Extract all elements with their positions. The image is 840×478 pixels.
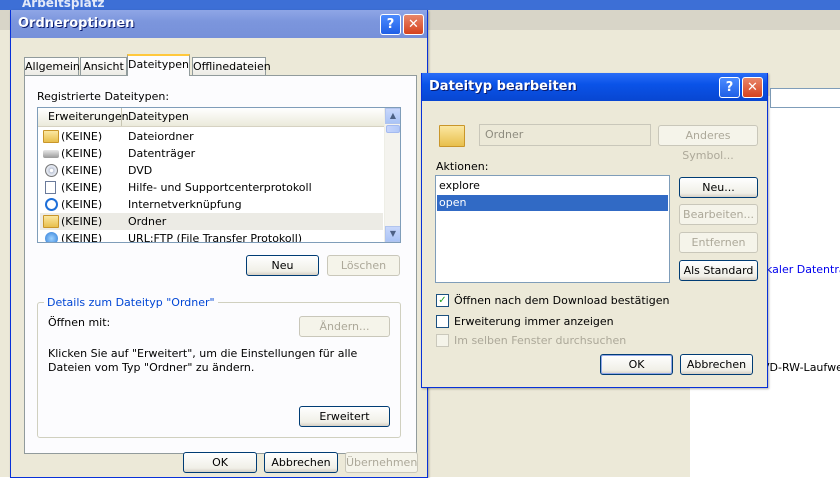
list-item[interactable]: (KEINE) Datenträger xyxy=(40,145,383,162)
scroll-up-icon[interactable]: ▲ xyxy=(385,108,400,124)
tab-dateitypen[interactable]: Dateitypen xyxy=(127,54,190,76)
list-item[interactable]: (KEINE) URL:FTP (File Transfer Protokoll… xyxy=(40,230,383,242)
tab-page: Registrierte Dateitypen: Erweiterungen D… xyxy=(24,75,417,454)
open-with-label: Öffnen mit: xyxy=(48,316,111,329)
details-legend: Details zum Dateityp "Ordner" xyxy=(44,296,218,309)
scroll-down-icon[interactable]: ▼ xyxy=(385,226,400,242)
background-window-titlebar: Arbeitsplatz xyxy=(0,0,840,10)
advanced-button[interactable]: Erweitert xyxy=(299,406,390,427)
always-show-extension-checkbox[interactable] xyxy=(436,315,449,328)
dateityp-bearbeiten-title: Dateityp bearbeiten xyxy=(429,79,577,94)
registered-types-label: Registrierte Dateitypen: xyxy=(37,90,170,103)
actions-list[interactable]: explore open xyxy=(435,175,670,283)
details-description: Klicken Sie auf "Erweitert", um die Eins… xyxy=(48,347,358,374)
document-icon xyxy=(45,181,56,194)
help-icon[interactable]: ? xyxy=(719,77,740,98)
ok-button[interactable]: OK xyxy=(183,452,257,473)
close-icon[interactable]: ✕ xyxy=(403,14,424,35)
new-action-button[interactable]: Neu... xyxy=(679,177,758,198)
tab-allgemein[interactable]: Allgemein xyxy=(24,57,80,75)
apply-button[interactable]: Übernehmen xyxy=(345,452,418,473)
ordneroptionen-title: Ordneroptionen xyxy=(18,16,135,31)
confirm-open-label[interactable]: Öffnen nach dem Download bestätigen xyxy=(454,294,669,307)
list-scrollbar[interactable]: ▲ ▼ xyxy=(384,108,400,242)
globe-icon xyxy=(45,232,58,242)
remove-action-button[interactable]: Entfernen xyxy=(679,232,758,253)
column-header-types[interactable]: Dateitypen xyxy=(122,108,384,126)
list-header: Erweiterungen Dateitypen xyxy=(38,108,384,127)
list-item[interactable]: (KEINE) Dateiordner xyxy=(40,128,383,145)
folder-icon[interactable] xyxy=(439,125,465,147)
list-item[interactable]: (KEINE) DVD xyxy=(40,162,383,179)
list-item[interactable]: (KEINE) Hilfe- und Supportcenterprotokol… xyxy=(40,179,383,196)
tab-ansicht[interactable]: Ansicht xyxy=(80,57,127,75)
list-item[interactable]: (KEINE) Internetverknüpfung xyxy=(40,196,383,213)
folder-icon xyxy=(43,130,59,143)
same-window-label[interactable]: Im selben Fenster durchsuchen xyxy=(454,334,626,347)
delete-type-button[interactable]: Löschen xyxy=(327,255,400,276)
folder-icon xyxy=(43,215,59,228)
dvd-icon xyxy=(45,164,58,177)
dateityp-bearbeiten-window: Dateityp bearbeiten ? ✕ Ordner Anderes S… xyxy=(421,73,768,388)
cancel-button[interactable]: Abbrechen xyxy=(680,354,753,375)
ordneroptionen-window: Ordneroptionen ? ✕ Allgemein Ansicht Dat… xyxy=(10,10,428,478)
drive-icon xyxy=(43,150,59,158)
list-item[interactable]: (KEINE) Ordner xyxy=(40,213,383,230)
confirm-open-checkbox[interactable]: ✓ xyxy=(436,294,449,307)
dateityp-bearbeiten-titlebar[interactable]: Dateityp bearbeiten ? ✕ xyxy=(422,73,767,101)
same-window-checkbox[interactable] xyxy=(436,334,449,347)
column-header-extensions[interactable]: Erweiterungen xyxy=(38,108,129,126)
close-icon[interactable]: ✕ xyxy=(742,77,763,98)
action-item-open[interactable]: open xyxy=(437,195,668,211)
background-address-bar[interactable] xyxy=(770,88,840,108)
scroll-thumb[interactable] xyxy=(386,125,400,133)
internet-explorer-icon xyxy=(45,198,58,211)
actions-label: Aktionen: xyxy=(436,160,489,173)
ok-button[interactable]: OK xyxy=(600,354,673,375)
edit-action-button[interactable]: Bearbeiten... xyxy=(679,204,758,225)
type-name-field[interactable]: Ordner xyxy=(479,124,651,146)
background-drive-label[interactable]: kaler Datenträg xyxy=(766,263,840,276)
background-window-title: Arbeitsplatz xyxy=(22,0,105,10)
file-types-list[interactable]: Erweiterungen Dateitypen (KEINE) Dateior… xyxy=(37,107,401,243)
new-type-button[interactable]: Neu xyxy=(246,255,319,276)
action-item-explore[interactable]: explore xyxy=(437,178,668,194)
cancel-button[interactable]: Abbrechen xyxy=(264,452,338,473)
help-icon[interactable]: ? xyxy=(380,14,401,35)
background-dvd-label[interactable]: VD-RW-Laufwer xyxy=(762,361,840,374)
always-show-extension-label[interactable]: Erweiterung immer anzeigen xyxy=(454,315,614,328)
ordneroptionen-titlebar[interactable]: Ordneroptionen ? ✕ xyxy=(11,10,427,38)
other-symbol-button[interactable]: Anderes Symbol... xyxy=(658,125,758,162)
set-default-button[interactable]: Als Standard xyxy=(679,260,758,281)
change-button[interactable]: Ändern... xyxy=(299,316,390,337)
tab-offlinedateien[interactable]: Offlinedateien xyxy=(192,57,271,75)
